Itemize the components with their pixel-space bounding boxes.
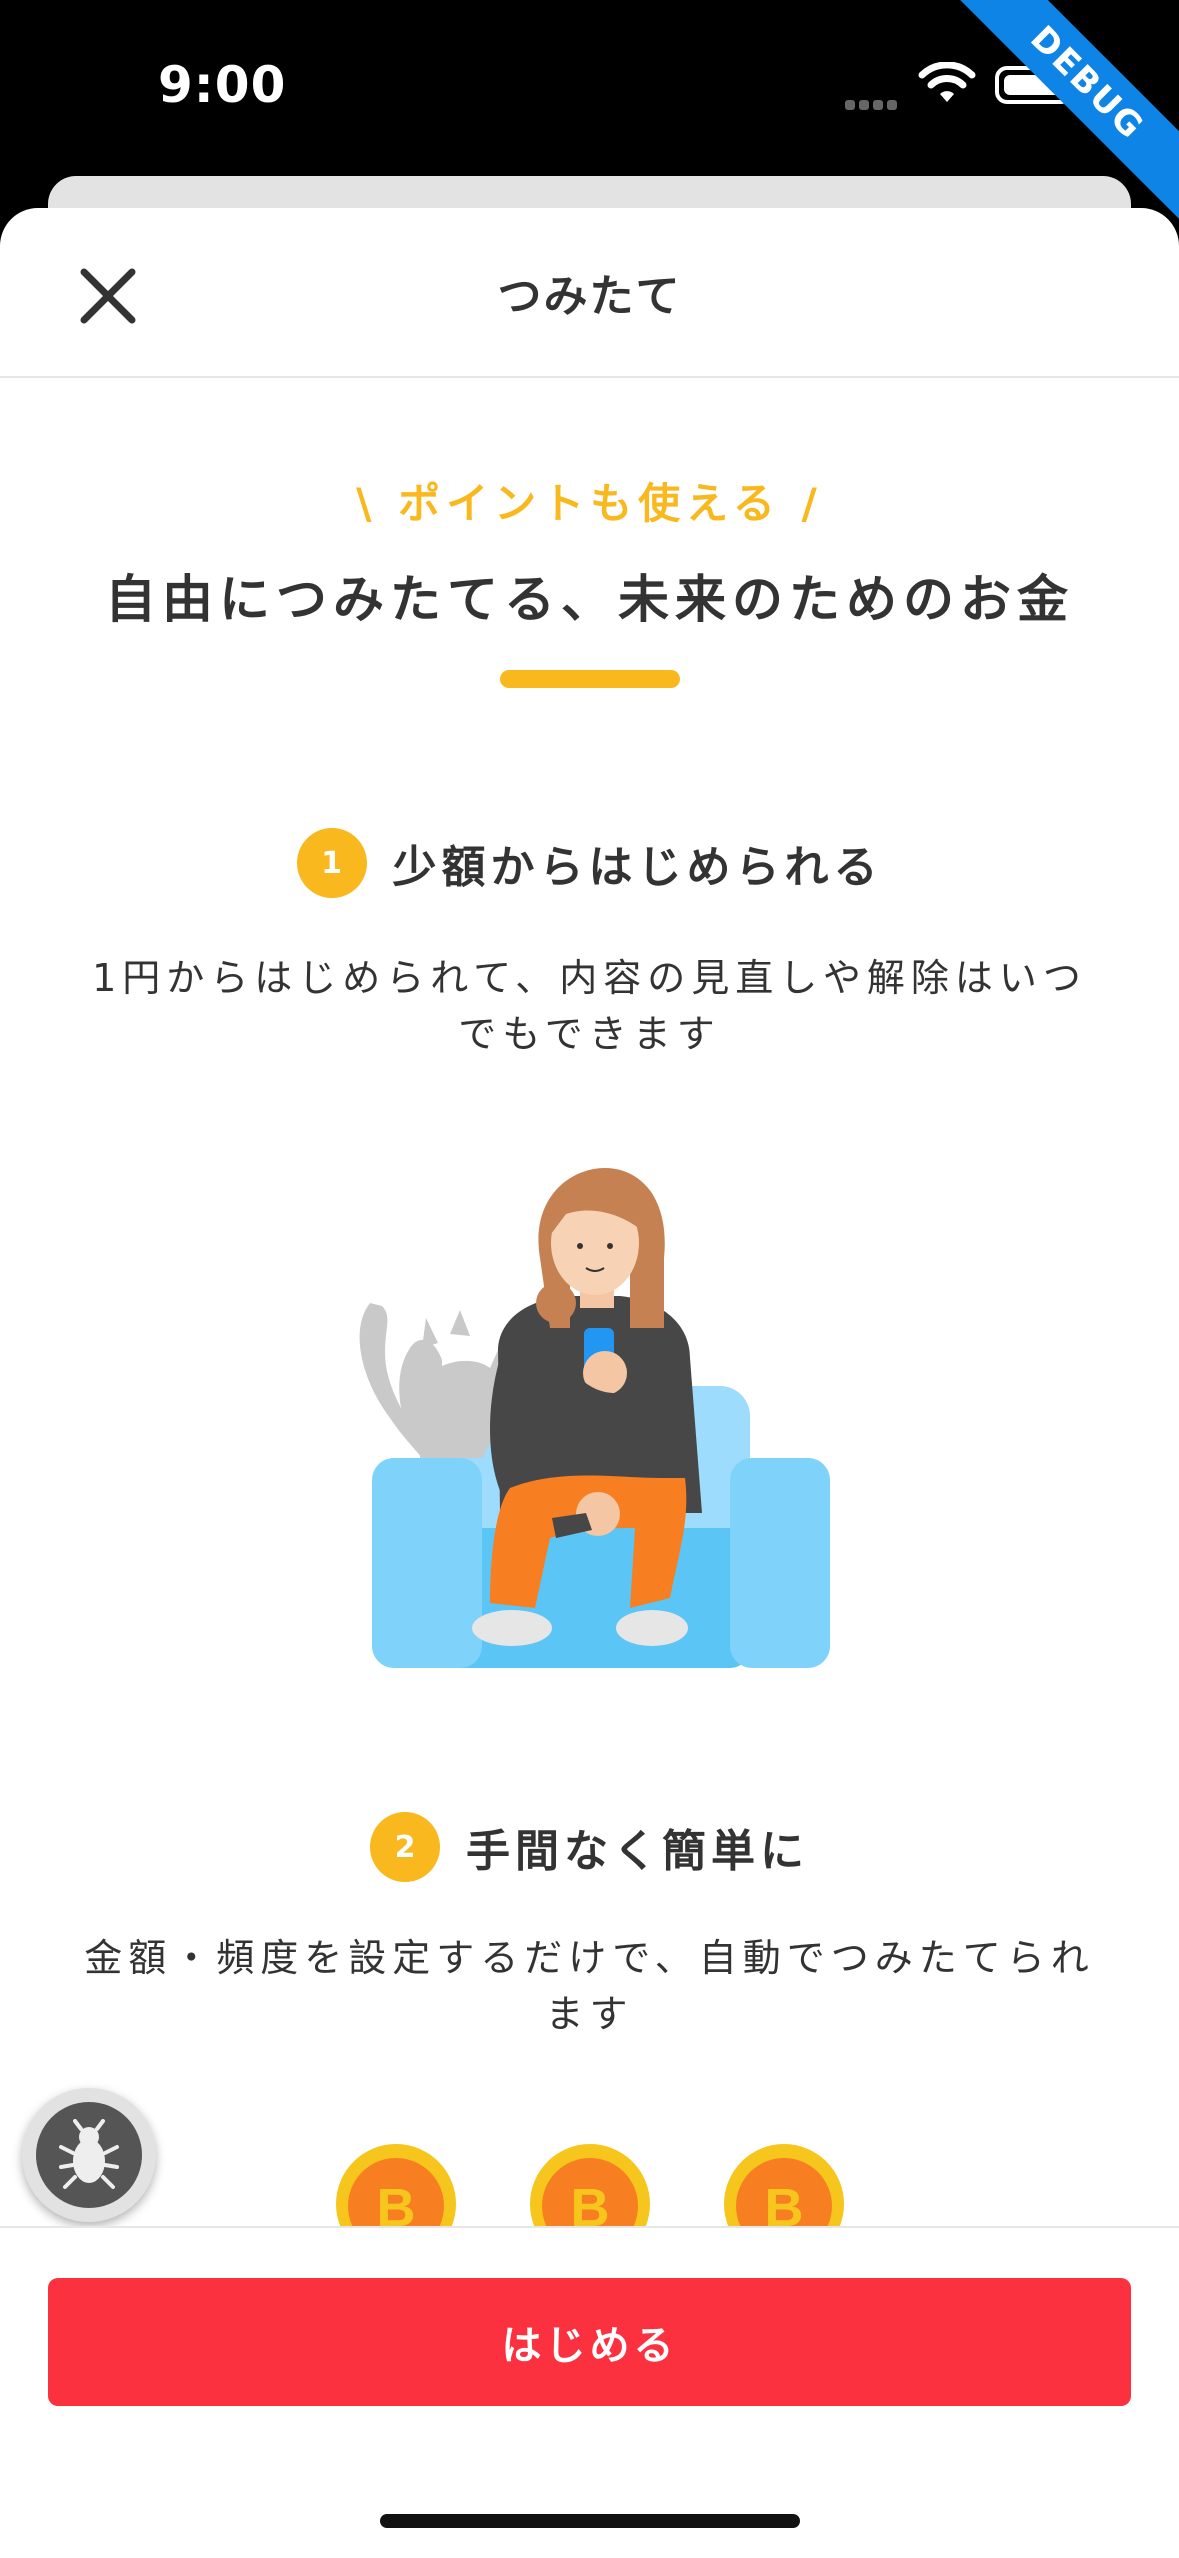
wifi-icon bbox=[918, 62, 976, 102]
home-indicator[interactable] bbox=[380, 2514, 800, 2528]
feature-1-description: 1円からはじめられて、内容の見直しや解除はいつ でもできます bbox=[40, 950, 1139, 1062]
sheet-header: つみたて bbox=[0, 208, 1179, 378]
feature-description-line: でもできます bbox=[458, 1012, 721, 1056]
headline-underline bbox=[500, 670, 680, 688]
headline: 自由につみたてる、未来のためのお金 bbox=[104, 571, 1074, 630]
feature-number-badge: 2 bbox=[370, 1812, 440, 1882]
feature-1-title: 1 少額からはじめられる bbox=[0, 828, 1179, 898]
woman-on-sofa-illustration bbox=[359, 1168, 830, 1668]
start-button[interactable]: はじめる bbox=[48, 2278, 1131, 2406]
feature-2-title: 2 手間なく簡単に bbox=[0, 1812, 1179, 1882]
page-title: つみたて bbox=[497, 271, 682, 322]
bottom-action-area: はじめる bbox=[0, 2226, 1179, 2558]
feature-2-description: 金額・頻度を設定するだけで、自動でつみたてられ ます bbox=[40, 1930, 1139, 2042]
feature-description-line: 1円からはじめられて、内容の見直しや解除はいつ bbox=[92, 956, 1087, 1000]
bug-icon bbox=[59, 2119, 119, 2189]
feature-number-badge: 1 bbox=[296, 828, 367, 898]
feature-title-label: 手間なく簡単に bbox=[466, 1826, 809, 1877]
cellular-signal-icon bbox=[845, 95, 905, 110]
clock: 9:00 bbox=[158, 56, 287, 114]
feature-title-label: 少額からはじめられる bbox=[392, 842, 883, 893]
tagline: \ ポイントも使える / bbox=[356, 479, 823, 528]
feature-description-line: 金額・頻度を設定するだけで、自動でつみたてられ bbox=[84, 1936, 1095, 1980]
debug-inspector-button[interactable] bbox=[22, 2088, 156, 2222]
modal-sheet: つみたて \ ポイントも使える / 自由につみたてる、未来のためのお金 1 少額… bbox=[0, 208, 1179, 2556]
feature-description-line: ます bbox=[545, 1992, 634, 2036]
